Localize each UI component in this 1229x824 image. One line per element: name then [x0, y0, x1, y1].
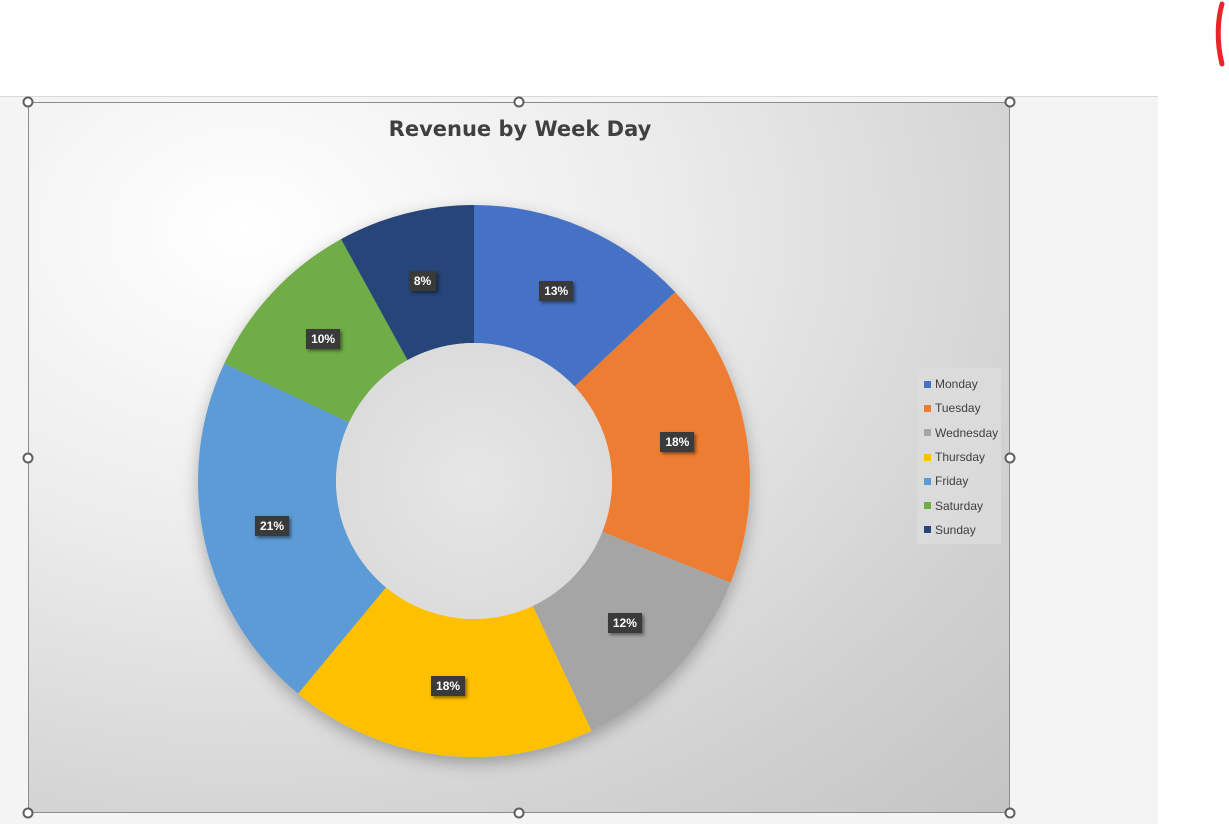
- legend-label: Monday: [935, 377, 978, 392]
- data-label-friday[interactable]: 21%: [254, 516, 289, 537]
- legend-item-sunday[interactable]: Sunday: [917, 518, 1001, 542]
- legend-swatch: [924, 477, 931, 485]
- legend-label: Thursday: [935, 450, 986, 465]
- legend-item-thursday[interactable]: Thursday: [917, 445, 1001, 469]
- data-label-tuesday[interactable]: 18%: [660, 432, 695, 453]
- legend-swatch: [924, 380, 931, 388]
- resize-handle-top-center[interactable]: [513, 96, 525, 108]
- legend-swatch: [924, 404, 931, 412]
- legend-item-friday[interactable]: Friday: [917, 469, 1001, 493]
- legend-label: Saturday: [935, 498, 984, 513]
- legend-item-tuesday[interactable]: Tuesday: [917, 396, 1001, 420]
- legend-swatch: [924, 526, 931, 534]
- legend-swatch: [924, 429, 931, 437]
- legend-swatch: [924, 453, 931, 461]
- legend-swatch: [924, 502, 931, 510]
- resize-handle-middle-right[interactable]: [1004, 452, 1016, 464]
- legend-item-wednesday[interactable]: Wednesday: [917, 421, 1001, 445]
- donut-chart[interactable]: [29, 103, 1011, 814]
- donut-hole: [336, 343, 612, 619]
- data-label-thursday[interactable]: 18%: [431, 676, 466, 697]
- legend[interactable]: Monday Tuesday Wednesday Thursday Friday Satu…: [917, 368, 1001, 545]
- resize-handle-top-left[interactable]: [22, 96, 34, 108]
- legend-label: Friday: [935, 474, 969, 489]
- legend-item-saturday[interactable]: Saturday: [917, 493, 1001, 517]
- data-label-monday[interactable]: 13%: [539, 281, 574, 302]
- resize-handle-middle-left[interactable]: [22, 452, 34, 464]
- data-label-sunday[interactable]: 8%: [408, 270, 437, 291]
- legend-label: Tuesday: [935, 401, 981, 416]
- data-label-wednesday[interactable]: 12%: [607, 612, 642, 633]
- legend-item-monday[interactable]: Monday: [917, 372, 1001, 396]
- chart-title: Revenue by Week Day: [388, 117, 652, 141]
- legend-label: Sunday: [935, 522, 976, 537]
- resize-handle-bottom-center[interactable]: [513, 807, 525, 819]
- resize-handle-top-right[interactable]: [1004, 96, 1016, 108]
- legend-label: Wednesday: [935, 425, 999, 440]
- data-label-saturday[interactable]: 10%: [306, 329, 341, 350]
- chart-area[interactable]: Revenue by Week Day 13% 18% 12% 18% 21% 10% 8%…: [28, 102, 1010, 813]
- pen-annotation-mark: [1215, 1, 1225, 67]
- resize-handle-bottom-left[interactable]: [22, 807, 34, 819]
- resize-handle-bottom-right[interactable]: [1004, 807, 1016, 819]
